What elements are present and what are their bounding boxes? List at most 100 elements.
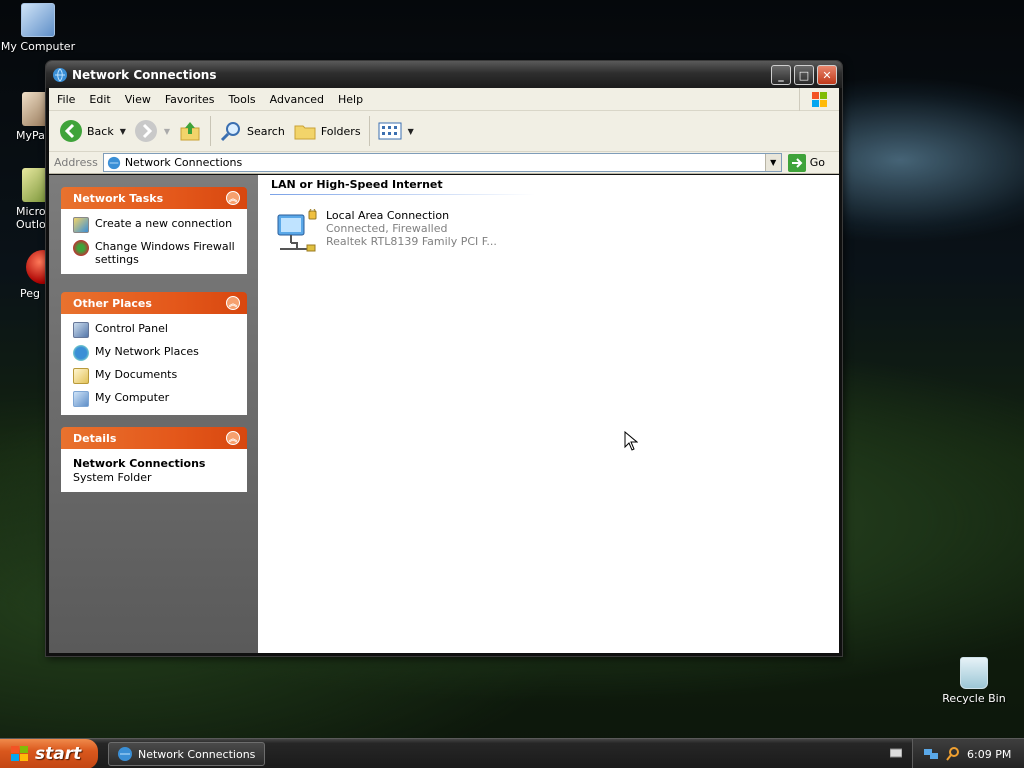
- details-panel: Details ︽ Network Connections System Fol…: [61, 427, 247, 492]
- place-label: My Network Places: [95, 345, 199, 358]
- go-arrow-icon: [787, 153, 806, 172]
- collapse-chevron-icon[interactable]: ︽: [226, 296, 240, 310]
- title-bar[interactable]: Network Connections _ □ ✕: [46, 61, 842, 88]
- toolbar-separator: [210, 116, 212, 146]
- connection-status: Connected, Firewalled: [326, 222, 448, 235]
- other-places-header[interactable]: Other Places ︽: [61, 292, 247, 314]
- connection-device: Realtek RTL8139 Family PCI F...: [326, 235, 497, 248]
- window-title: Network Connections: [72, 67, 217, 82]
- maximize-button[interactable]: □: [794, 65, 814, 85]
- forward-arrow-icon: [134, 120, 157, 142]
- folders-icon: [294, 125, 316, 140]
- chevron-down-icon[interactable]: ▼: [164, 127, 170, 136]
- place-label: Control Panel: [95, 322, 168, 335]
- go-label: Go: [809, 156, 825, 169]
- back-label: Back: [87, 124, 114, 138]
- menu-help[interactable]: Help: [331, 93, 370, 106]
- network-tasks-header[interactable]: Network Tasks ︽: [61, 187, 247, 209]
- address-dropdown-icon[interactable]: ▼: [764, 154, 781, 171]
- folders-label: Folders: [320, 124, 361, 138]
- panel-title: Other Places: [73, 296, 152, 310]
- desktop-icon-label: My Computer: [0, 40, 76, 53]
- my-computer-icon: [21, 3, 55, 37]
- other-places-panel: Other Places ︽ Control Panel My Network …: [61, 292, 247, 415]
- taskbar: start Network Connections 6:09 PM: [0, 738, 1024, 768]
- menu-edit[interactable]: Edit: [82, 93, 117, 106]
- close-button[interactable]: ✕: [817, 65, 837, 85]
- task-label: Change Windows Firewall settings: [95, 240, 235, 266]
- task-label: Create a new connection: [95, 217, 233, 230]
- place-control-panel[interactable]: Control Panel: [73, 322, 235, 338]
- connection-name: Local Area Connection: [326, 209, 450, 222]
- windows-flag-icon: [11, 746, 28, 761]
- windows-logo-icon: [799, 88, 839, 111]
- local-area-connection-item[interactable]: Local Area Connection Connected, Firewal…: [274, 208, 497, 255]
- folders-button[interactable]: Folders: [289, 116, 365, 146]
- task-change-firewall[interactable]: Change Windows Firewall settings: [73, 240, 235, 266]
- taskbar-item-network-connections[interactable]: Network Connections: [108, 742, 265, 766]
- keyboard-icon[interactable]: [890, 748, 902, 758]
- back-button[interactable]: Back ▼: [55, 116, 130, 146]
- start-button[interactable]: start: [0, 739, 98, 768]
- desktop-icon-label: MyPa: [16, 129, 45, 142]
- details-body: Network Connections System Folder: [61, 449, 247, 492]
- network-connections-icon: [107, 156, 120, 169]
- views-button[interactable]: ▼: [374, 116, 418, 146]
- network-places-icon: [73, 345, 89, 361]
- search-button[interactable]: Search: [215, 116, 289, 146]
- network-tray-icon[interactable]: [923, 746, 939, 762]
- task-pane: Network Tasks ︽ Create a new connection …: [49, 175, 258, 653]
- content-pane: LAN or High-Speed Internet Local Area Co…: [258, 175, 839, 653]
- system-tray: 6:09 PM: [912, 739, 1024, 768]
- network-connections-icon: [53, 67, 67, 82]
- address-label: Address: [54, 156, 98, 169]
- views-icon: [378, 122, 402, 140]
- my-computer-icon: [73, 391, 89, 407]
- taskbar-item-label: Network Connections: [138, 747, 256, 761]
- menu-file[interactable]: File: [49, 93, 82, 106]
- place-my-documents[interactable]: My Documents: [73, 368, 235, 384]
- menu-favorites[interactable]: Favorites: [158, 93, 222, 106]
- network-connections-icon: [118, 747, 132, 761]
- menu-tools[interactable]: Tools: [222, 93, 263, 106]
- start-label: start: [35, 744, 82, 764]
- network-tasks-body: Create a new connection Change Windows F…: [61, 209, 247, 274]
- network-connections-window: Network Connections _ □ ✕ File Edit View…: [45, 60, 843, 657]
- back-arrow-icon: [60, 120, 82, 142]
- toolbar: Back ▼ ▼ Search Folders ▼: [49, 111, 839, 152]
- task-create-connection[interactable]: Create a new connection: [73, 217, 235, 233]
- details-header[interactable]: Details ︽: [61, 427, 247, 449]
- menu-view[interactable]: View: [118, 93, 158, 106]
- details-type: System Folder: [73, 471, 152, 484]
- search-icon: [220, 122, 241, 142]
- place-my-network-places[interactable]: My Network Places: [73, 345, 235, 361]
- minimize-button[interactable]: _: [771, 65, 791, 85]
- place-label: My Documents: [95, 368, 178, 381]
- clock[interactable]: 6:09 PM: [967, 748, 1011, 761]
- search-tray-icon[interactable]: [945, 746, 961, 762]
- address-input[interactable]: Network Connections ▼: [102, 153, 782, 172]
- desktop-icon-label: Recycle Bin: [942, 692, 1006, 705]
- chevron-down-icon[interactable]: ▼: [120, 127, 126, 136]
- details-name: Network Connections: [73, 457, 206, 470]
- menu-bar: File Edit View Favorites Tools Advanced …: [49, 88, 839, 111]
- maximize-icon: □: [798, 68, 810, 82]
- network-tasks-panel: Network Tasks ︽ Create a new connection …: [61, 187, 247, 274]
- minimize-icon: _: [778, 68, 784, 82]
- other-places-body: Control Panel My Network Places My Docum…: [61, 314, 247, 415]
- desktop-icon-recycle-bin[interactable]: Recycle Bin: [934, 657, 1014, 705]
- collapse-chevron-icon[interactable]: ︽: [226, 191, 240, 205]
- new-connection-icon: [73, 217, 89, 233]
- menu-advanced[interactable]: Advanced: [263, 93, 331, 106]
- go-button[interactable]: Go: [782, 153, 839, 172]
- group-header: LAN or High-Speed Internet: [271, 178, 443, 191]
- documents-icon: [73, 368, 89, 384]
- panel-title: Network Tasks: [73, 191, 164, 205]
- place-my-computer[interactable]: My Computer: [73, 391, 235, 407]
- up-folder-button[interactable]: [174, 116, 206, 146]
- forward-button[interactable]: ▼: [130, 116, 174, 146]
- search-label: Search: [247, 124, 285, 138]
- collapse-chevron-icon[interactable]: ︽: [226, 431, 240, 445]
- desktop-icon-my-computer[interactable]: My Computer: [0, 3, 78, 53]
- address-bar: Address Network Connections ▼ Go: [49, 152, 839, 174]
